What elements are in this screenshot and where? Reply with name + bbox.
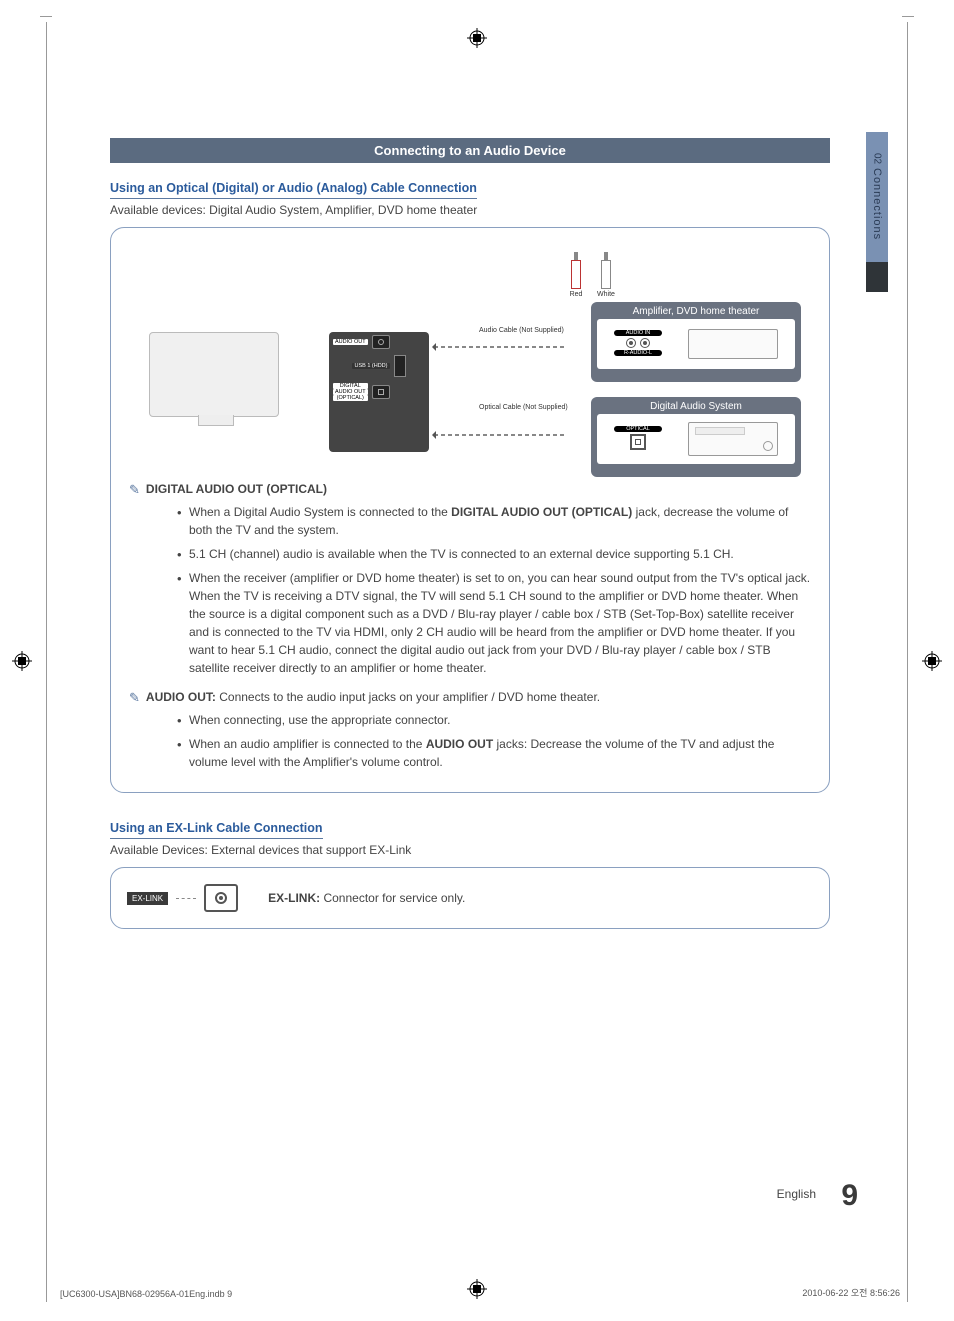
available-devices-exlink: Available Devices: External devices that… bbox=[110, 843, 830, 857]
port-usb-label: USB 1 (HDD) bbox=[352, 363, 389, 369]
note-digital-audio-out: ✎ DIGITAL AUDIO OUT (OPTICAL) bbox=[129, 482, 811, 496]
trim-tick bbox=[902, 16, 914, 17]
subheading-exlink: Using an EX-Link Cable Connection bbox=[110, 821, 323, 839]
subheading-optical: Using an Optical (Digital) or Audio (Ana… bbox=[110, 181, 477, 199]
exlink-description: EX-LINK: Connector for service only. bbox=[268, 891, 465, 905]
note-digital-head: DIGITAL AUDIO OUT (OPTICAL) bbox=[146, 482, 327, 496]
crop-mark-right bbox=[922, 651, 942, 671]
rca-red-label: Red bbox=[570, 291, 583, 298]
port-audio-out-label: AUDIO OUT bbox=[333, 339, 368, 345]
exlink-panel: EX-LINK EX-LINK: Connector for service o… bbox=[110, 867, 830, 929]
exlink-tag: EX-LINK bbox=[127, 892, 168, 905]
amplifier-device-box: Amplifier, DVD home theater AUDIO IN R-A… bbox=[591, 302, 801, 382]
connection-diagram: Red White AUDIO OUT USB 1 (HDD) DIGITAL … bbox=[129, 242, 811, 472]
audio-cable-line bbox=[434, 346, 564, 348]
note-audio-out: ✎ AUDIO OUT: Connects to the audio input… bbox=[129, 690, 811, 704]
rca-white-label: White bbox=[597, 291, 615, 298]
optical-cable-label: Optical Cable (Not Supplied) bbox=[479, 404, 568, 411]
tv-icon bbox=[149, 332, 279, 417]
chapter-label: Connections bbox=[871, 168, 883, 240]
footer-filename: [UC6300-USA]BN68-02956A-01Eng.indb 9 bbox=[60, 1289, 232, 1299]
exlink-port-icon: EX-LINK bbox=[127, 884, 238, 912]
rca-plugs-icon: Red White bbox=[569, 252, 613, 298]
footer-timestamp: 2010-06-22 오전 8:56:26 bbox=[802, 1286, 900, 1299]
das-equipment-icon bbox=[688, 422, 778, 456]
amplifier-title: Amplifier, DVD home theater bbox=[591, 302, 801, 319]
optical-out-jack-icon bbox=[372, 385, 390, 399]
available-devices-optical: Available devices: Digital Audio System,… bbox=[110, 203, 830, 217]
audio-out-jack-icon bbox=[372, 335, 390, 349]
note-icon: ✎ bbox=[129, 691, 140, 704]
bullet-digital-1: When a Digital Audio System is connected… bbox=[177, 500, 811, 542]
tv-ports-block: AUDIO OUT USB 1 (HDD) DIGITAL AUDIO OUT … bbox=[329, 332, 429, 452]
section-header-bar: Connecting to an Audio Device bbox=[110, 138, 830, 163]
audio-in-sublabel: R-AUDIO-L bbox=[614, 350, 662, 356]
chapter-tab: 02 Connections bbox=[866, 132, 888, 292]
connection-panel-audio: Red White AUDIO OUT USB 1 (HDD) DIGITAL … bbox=[110, 227, 830, 793]
bullet-audio-1: When connecting, use the appropriate con… bbox=[177, 708, 811, 732]
crop-mark-left bbox=[12, 651, 32, 671]
audio-in-label: AUDIO IN bbox=[614, 330, 662, 336]
chapter-number: 02 bbox=[872, 153, 883, 164]
bullet-audio-2: When an audio amplifier is connected to … bbox=[177, 732, 811, 774]
footer-language: English bbox=[777, 1187, 816, 1201]
optical-cable-line bbox=[434, 434, 564, 436]
port-digital-label-3: (OPTICAL) bbox=[333, 395, 368, 401]
bullet-digital-3: When the receiver (amplifier or DVD home… bbox=[177, 566, 811, 680]
footer-page-number: 9 bbox=[841, 1179, 858, 1213]
bullet-digital-2: 5.1 CH (channel) audio is available when… bbox=[177, 542, 811, 566]
audio-cable-label: Audio Cable (Not Supplied) bbox=[479, 327, 564, 334]
digital-audio-system-box: Digital Audio System OPTICAL bbox=[591, 397, 801, 477]
trim-tick bbox=[40, 16, 52, 17]
optical-in-label: OPTICAL bbox=[614, 426, 662, 432]
das-title: Digital Audio System bbox=[591, 397, 801, 414]
optical-in-port-icon bbox=[630, 434, 646, 450]
amplifier-equipment-icon bbox=[688, 329, 778, 359]
note-icon: ✎ bbox=[129, 483, 140, 496]
